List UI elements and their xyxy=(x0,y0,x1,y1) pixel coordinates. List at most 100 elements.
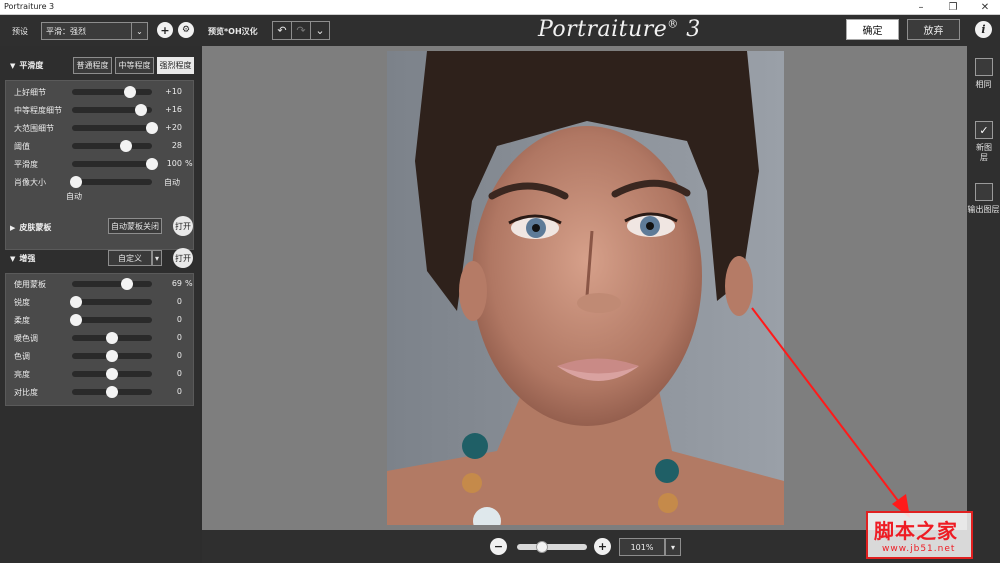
new-layer-checkbox[interactable]: ✓ xyxy=(975,121,993,139)
restore-icon[interactable]: ❐ xyxy=(940,0,966,15)
preset-settings-button[interactable]: ⚙ xyxy=(178,22,194,38)
zoom-in-button[interactable]: + xyxy=(594,538,611,555)
enhance-mode-select[interactable]: 自定义 xyxy=(108,250,152,266)
slider-knob[interactable] xyxy=(106,332,118,344)
slider-track[interactable] xyxy=(72,332,152,344)
slider-knob[interactable] xyxy=(120,140,133,152)
output-layer-checkbox[interactable] xyxy=(975,183,993,201)
minus-icon: − xyxy=(493,540,504,553)
slider-label: 阈值 xyxy=(14,142,30,151)
settings-panel: ▼ 平滑度 普通程度 中等程度 强烈程度 上好细节 +10 中等程度细节 +16 大范围细… xyxy=(0,46,200,563)
slider-knob[interactable] xyxy=(134,104,147,116)
zoom-value-field[interactable]: 101% xyxy=(619,538,665,556)
slider-track[interactable] xyxy=(72,140,152,152)
plus-icon: + xyxy=(597,540,608,553)
portrait-size-value: 自动 xyxy=(164,178,180,187)
smoothing-section-toggle[interactable]: ▼ 平滑度 xyxy=(10,60,43,71)
slider-label: 暖色调 xyxy=(14,334,38,343)
preset-select[interactable]: 平滑：强烈 ⌄ xyxy=(41,22,148,40)
plus-icon: + xyxy=(160,23,170,37)
slider-knob[interactable] xyxy=(123,86,136,98)
cancel-button[interactable]: 放弃 xyxy=(907,19,960,40)
slider-knob[interactable] xyxy=(70,314,82,326)
slider-track[interactable] xyxy=(72,278,152,290)
portrait-size-label: 肖像大小 xyxy=(14,178,46,187)
slider-value: +16 xyxy=(165,105,182,114)
preview-canvas[interactable] xyxy=(202,46,967,530)
watermark-title: 脚本之家 xyxy=(874,519,958,543)
ok-button[interactable]: 确定 xyxy=(846,19,899,40)
minimize-icon[interactable]: – xyxy=(908,0,934,15)
zoom-out-button[interactable]: − xyxy=(490,538,507,555)
undo-icon[interactable]: ↶ xyxy=(273,22,292,39)
slider-label: 锐度 xyxy=(14,298,30,307)
slider-value: 0 xyxy=(176,387,182,396)
slider-knob[interactable] xyxy=(106,350,118,362)
history-dropdown-icon[interactable]: ⌄ xyxy=(311,22,329,39)
slider-track[interactable] xyxy=(72,158,158,170)
slider-track[interactable] xyxy=(72,350,152,362)
portrait-size-sub: 自动 xyxy=(66,192,82,201)
slider-label: 平滑度 xyxy=(14,160,38,169)
slider-track[interactable] xyxy=(70,296,152,308)
add-preset-button[interactable]: + xyxy=(157,22,173,38)
tab-normal[interactable]: 普通程度 xyxy=(73,57,112,74)
watermark-stamp: 脚本之家 www.jb51.net xyxy=(866,511,973,559)
zoom-slider-knob[interactable] xyxy=(535,541,548,553)
close-icon[interactable]: ✕ xyxy=(972,0,998,15)
slider-value: 28 xyxy=(171,141,182,150)
output-panel: 相同 ✓ 新图层 输出图层 xyxy=(967,46,1000,563)
smoothing-title: 平滑度 xyxy=(19,61,44,70)
zoom-dropdown-icon[interactable]: ▾ xyxy=(665,538,681,556)
zoom-bar: − + 101% ▾ xyxy=(202,530,967,563)
auto-mask-button[interactable]: 自动蒙板关闭 xyxy=(108,218,162,234)
slider-value: 0 xyxy=(176,333,182,342)
slider-value: 100 xyxy=(166,159,182,168)
slider-value: +20 xyxy=(165,123,182,132)
slider-track[interactable] xyxy=(72,386,152,398)
undo-redo-group: ↶ ↷ ⌄ xyxy=(272,21,330,40)
zoom-slider[interactable] xyxy=(517,541,587,553)
enhance-group: 使用蒙板 69% 锐度 0 柔度 0 暖色调 0 色调 0 亮度 0 对比度 0 xyxy=(5,273,194,406)
new-layer-label: 新图层 xyxy=(976,143,992,162)
output-layer-label: 输出图层 xyxy=(967,205,1000,214)
slider-label: 上好细节 xyxy=(14,88,46,97)
slider-track[interactable] xyxy=(72,86,152,98)
slider-knob[interactable] xyxy=(106,386,118,398)
enhance-open-button[interactable]: 打开 xyxy=(173,248,193,268)
slider-value: 0 xyxy=(176,351,182,360)
triangle-down-icon: ▼ xyxy=(10,62,16,70)
skin-mask-title: 皮肤蒙板 xyxy=(19,223,52,232)
info-icon[interactable]: i xyxy=(975,21,992,38)
annotation-arrow xyxy=(751,307,910,518)
slider-unit: % xyxy=(185,159,193,168)
slider-label: 色调 xyxy=(14,352,30,361)
preset-label: 预设 xyxy=(12,27,28,36)
same-layer-checkbox[interactable] xyxy=(975,58,993,76)
tab-medium[interactable]: 中等程度 xyxy=(115,57,154,74)
redo-icon[interactable]: ↷ xyxy=(292,22,311,39)
slider-track[interactable] xyxy=(72,368,152,380)
preset-value: 平滑：强烈 xyxy=(46,27,86,36)
slider-label: 使用蒙板 xyxy=(14,280,46,289)
slider-knob[interactable] xyxy=(121,278,134,290)
triangle-right-icon: ▶ xyxy=(10,224,16,232)
slider-track[interactable] xyxy=(70,314,152,326)
portrait-size-slider[interactable] xyxy=(70,176,152,188)
slider-knob[interactable] xyxy=(70,176,82,188)
enhance-section-toggle[interactable]: ▼ 增强 xyxy=(10,253,35,264)
slider-label: 中等程度细节 xyxy=(14,106,62,115)
slider-label: 大范围细节 xyxy=(14,124,54,133)
skin-mask-open-button[interactable]: 打开 xyxy=(173,216,193,236)
slider-knob[interactable] xyxy=(70,296,82,308)
enhance-dropdown-icon[interactable]: ▾ xyxy=(152,250,162,266)
slider-track[interactable] xyxy=(72,122,158,134)
slider-value: 0 xyxy=(176,369,182,378)
tab-strong[interactable]: 强烈程度 xyxy=(157,57,194,74)
slider-knob[interactable] xyxy=(106,368,118,380)
skin-mask-section-toggle[interactable]: ▶ 皮肤蒙板 xyxy=(10,222,51,233)
triangle-down-icon: ▼ xyxy=(10,255,16,263)
slider-track[interactable] xyxy=(72,104,152,116)
window-title: Portraiture 3 xyxy=(4,2,55,11)
watermark-url: www.jb51.net xyxy=(882,544,956,554)
